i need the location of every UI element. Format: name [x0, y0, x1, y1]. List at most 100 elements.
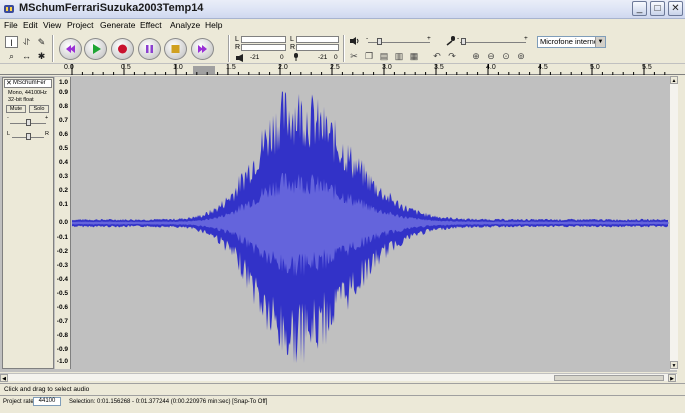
copy-icon[interactable]: ❐	[363, 50, 375, 62]
menu-view[interactable]: View	[43, 20, 61, 30]
ruler-label: 3.5	[434, 64, 444, 71]
timeshift-tool-icon[interactable]: ↔	[20, 50, 33, 62]
minimize-button[interactable]: _	[632, 1, 647, 16]
amplitude-label: -0.4	[56, 276, 68, 283]
pan-left-label: L	[7, 131, 11, 137]
selection-tool-icon[interactable]: I	[5, 36, 18, 48]
amplitude-label: -0.1	[56, 234, 68, 241]
draw-tool-icon[interactable]: ✎	[35, 36, 48, 48]
skip-to-end-button[interactable]	[191, 38, 214, 60]
track-name: MSchumFer	[13, 80, 46, 86]
menu-edit[interactable]: Edit	[23, 20, 38, 30]
output-volume-thumb[interactable]	[377, 38, 382, 45]
input-device-value: Microfone interno	[540, 37, 598, 46]
scroll-left-icon[interactable]: ◀	[0, 374, 8, 382]
input-device-select[interactable]: Microfone interno ▼	[537, 36, 606, 48]
output-volume-plus: +	[427, 35, 431, 42]
timeline-ruler[interactable]: 0.0 0.5 1.0 1.5 2.0 2.5 3.0 3.5 4.0 4.5 …	[0, 63, 685, 75]
record-scale-zero: 0	[334, 54, 338, 61]
amplitude-label: -0.5	[56, 290, 68, 297]
record-meter-right	[296, 44, 339, 51]
input-volume-thumb[interactable]	[461, 38, 466, 45]
scroll-up-icon[interactable]: ▲	[670, 76, 678, 84]
speaker-meter-icon[interactable]	[236, 54, 248, 62]
zoom-tool-icon[interactable]: ⌕	[5, 50, 18, 62]
ruler-label: 2.0	[278, 64, 288, 71]
window-title: MSchumFerrariSuzuka2003Temp14	[19, 2, 204, 14]
menu-help[interactable]: Help	[205, 20, 222, 30]
amplitude-label: 1.0	[58, 79, 68, 86]
output-volume-minus: -	[366, 35, 369, 42]
record-scale-min: -21	[318, 54, 328, 61]
cut-icon[interactable]: ✂	[348, 50, 360, 62]
gain-slider-thumb[interactable]	[26, 119, 31, 126]
zoom-out-icon[interactable]: ⊖	[485, 50, 497, 62]
status-hint: Click and drag to select audio	[4, 386, 90, 393]
pan-right-label: R	[45, 131, 49, 137]
playback-meter-left-label: L	[235, 36, 239, 43]
ruler-ticks	[71, 64, 666, 75]
project-rate-field[interactable]: 44100	[33, 397, 61, 406]
selection-readout: Selection: 0:01.156268 - 0:01.377244 (0:…	[69, 399, 268, 405]
ruler-label: 0.5	[121, 64, 131, 71]
waveform-display[interactable]	[72, 77, 669, 369]
trim-icon[interactable]: ▥	[393, 50, 405, 62]
amplitude-label: 0.6	[58, 131, 68, 138]
maximize-button[interactable]: □	[650, 1, 665, 16]
amplitude-label: 0.7	[58, 117, 68, 124]
playback-meter-right-label: R	[235, 44, 241, 51]
close-button[interactable]: ✕	[668, 1, 683, 16]
play-button[interactable]	[84, 38, 107, 60]
app-icon	[4, 5, 14, 13]
amplitude-label: 0.0	[58, 219, 68, 226]
ruler-label: 5.0	[590, 64, 600, 71]
record-meter-left-label: L	[290, 36, 294, 43]
ruler-label: 1.5	[226, 64, 236, 71]
horizontal-scrollbar[interactable]: ◀ ▶	[0, 373, 677, 382]
menu-bar: File Edit View Project Generate Effect A…	[0, 19, 685, 33]
amplitude-label: -0.6	[56, 304, 68, 311]
menu-project[interactable]: Project	[67, 20, 93, 30]
amplitude-label: 0.9	[58, 89, 68, 96]
track-name-dropdown[interactable]: ✕ MSchumFer	[4, 79, 52, 88]
scroll-down-icon[interactable]: ▼	[670, 361, 678, 369]
chevron-down-icon[interactable]: ▼	[595, 37, 605, 47]
microphone-meter-icon[interactable]	[291, 53, 301, 62]
ruler-label: 4.0	[486, 64, 496, 71]
zoom-in-icon[interactable]: ⊕	[470, 50, 482, 62]
scroll-right-icon[interactable]: ▶	[668, 374, 676, 382]
input-volume-slider[interactable]	[460, 42, 526, 43]
project-rate-label: Project rate:	[3, 399, 36, 405]
redo-icon[interactable]: ↷	[446, 50, 458, 62]
track-control-panel: ✕ MSchumFer Mono, 44100Hz 32-bit float M…	[2, 77, 54, 369]
stop-button[interactable]	[164, 38, 187, 60]
record-button[interactable]	[111, 38, 134, 60]
gain-minus: -	[7, 115, 9, 121]
playback-scale-zero: 0	[280, 54, 284, 61]
ruler-label: 5.5	[642, 64, 652, 71]
close-track-icon[interactable]: ✕	[6, 80, 12, 87]
menu-file[interactable]: File	[4, 20, 18, 30]
record-meter-left	[296, 36, 339, 43]
envelope-tool-icon[interactable]: ⥯	[20, 36, 33, 48]
pan-slider-thumb[interactable]	[26, 133, 31, 140]
multi-tool-icon[interactable]: ✱	[35, 50, 48, 62]
menu-analyze[interactable]: Analyze	[170, 20, 200, 30]
mute-button[interactable]: Mute	[6, 105, 26, 113]
pause-button[interactable]	[138, 38, 161, 60]
menu-generate[interactable]: Generate	[100, 20, 135, 30]
silence-icon[interactable]: ▦	[408, 50, 420, 62]
paste-icon[interactable]: ▤	[378, 50, 390, 62]
skip-to-start-button[interactable]	[59, 38, 82, 60]
fit-selection-icon[interactable]: ⊙	[500, 50, 512, 62]
undo-icon[interactable]: ↶	[431, 50, 443, 62]
menu-effect[interactable]: Effect	[140, 20, 162, 30]
solo-button[interactable]: Solo	[29, 105, 49, 113]
play-icon	[93, 44, 101, 54]
status-bar: Click and drag to select audio	[0, 383, 685, 394]
vertical-scrollbar[interactable]: ▲ ▼	[669, 76, 678, 370]
fit-project-icon[interactable]: ⊚	[515, 50, 527, 62]
ruler-label: 0.0	[64, 64, 74, 71]
horizontal-scroll-thumb[interactable]	[554, 375, 664, 381]
amplitude-ruler: 1.0 0.9 0.8 0.7 0.6 0.5 0.4 0.3 0.2 0.1 …	[55, 77, 71, 369]
